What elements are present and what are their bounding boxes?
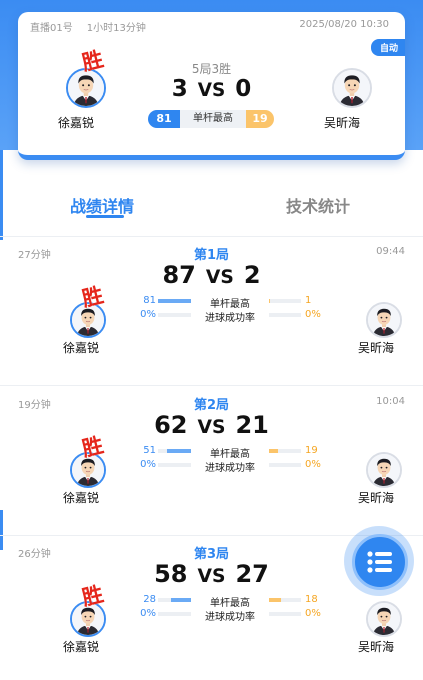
stat-left-value: 28	[143, 594, 156, 605]
auto-mode-badge[interactable]: 自动	[370, 39, 405, 56]
stat-right-fill	[269, 449, 278, 453]
stat-row-highest-break: 81 单杆最高 1	[0, 295, 423, 310]
match-info: 直播01号 1小时13分钟	[30, 19, 146, 34]
player-left-name: 徐嘉锐	[63, 341, 100, 355]
stat-left-fill	[158, 299, 191, 303]
player-left-name: 徐嘉锐	[63, 491, 100, 505]
score-right: 27	[235, 560, 269, 588]
game-score: 62 VS 21	[0, 411, 423, 439]
stat-label: 单杆最高	[210, 598, 250, 609]
stat-right-value: 1	[305, 295, 312, 306]
stat-right-fill	[269, 299, 270, 303]
stat-label: 进球成功率	[205, 313, 255, 324]
match-score: 3 VS 0	[18, 76, 405, 102]
stat-left-bar	[158, 299, 191, 303]
tab-tech-stats[interactable]: 技术统计	[286, 193, 350, 217]
vs-label: VS	[197, 80, 226, 101]
stat-label: 单杆最高	[180, 110, 246, 128]
stat-left-bar	[158, 313, 191, 317]
stat-right-fill	[269, 598, 282, 602]
stat-label: 进球成功率	[205, 463, 255, 474]
stat-right-bar	[269, 449, 301, 453]
stat-left-bar	[158, 612, 191, 616]
stat-right-bar	[269, 598, 301, 602]
list-menu-icon	[367, 551, 392, 573]
score-left: 3	[171, 76, 188, 102]
stat-right-bar	[269, 463, 301, 467]
stat-right-value: 19	[305, 445, 318, 456]
menu-fab-button[interactable]	[352, 534, 408, 590]
stat-row-highest-break: 51 单杆最高 19	[0, 445, 423, 460]
divider	[0, 236, 423, 237]
stat-right-value: 0%	[305, 309, 321, 320]
match-format: 5局3胜	[191, 62, 232, 76]
divider	[0, 385, 423, 386]
stat-label: 单杆最高	[210, 449, 250, 460]
active-tab-indicator	[86, 215, 124, 218]
stat-right-value: 18	[305, 594, 318, 605]
vs-label: VS	[197, 417, 226, 438]
stat-row-highest-break: 28 单杆最高 18	[0, 594, 423, 609]
stat-left-value: 81	[148, 110, 180, 128]
stat-left-value: 0%	[140, 608, 156, 619]
stat-left-value: 0%	[140, 459, 156, 470]
score-left: 58	[154, 560, 188, 588]
edge-accent	[0, 150, 3, 240]
player-left-name: 徐嘉锐	[63, 640, 100, 654]
stat-left-fill	[166, 449, 191, 453]
room-name: 直播01号	[30, 23, 73, 34]
highest-break-pill: 81 单杆最高 19	[148, 110, 274, 128]
stat-right-value: 19	[246, 110, 274, 128]
stat-left-value: 0%	[140, 309, 156, 320]
stat-left-value: 81	[143, 295, 156, 306]
stat-left-bar	[158, 598, 191, 602]
stat-row-success-rate: 0% 进球成功率 0%	[0, 309, 423, 324]
score-right: 21	[235, 411, 269, 439]
game-score: 87 VS 2	[0, 261, 423, 289]
match-datetime: 2025/08/20 10:30	[299, 19, 389, 30]
match-duration: 1小时13分钟	[86, 23, 146, 34]
stat-row-success-rate: 0% 进球成功率 0%	[0, 459, 423, 474]
player-right-name: 吴昕海	[358, 491, 395, 505]
score-left: 62	[154, 411, 188, 439]
stat-right-value: 0%	[305, 459, 321, 470]
stat-right-value: 0%	[305, 608, 321, 619]
stat-left-bar	[158, 449, 191, 453]
vs-label: VS	[197, 566, 226, 587]
score-right: 0	[235, 76, 252, 102]
stat-right-bar	[269, 299, 301, 303]
player-right-name: 吴昕海	[358, 341, 395, 355]
score-right: 2	[243, 261, 261, 289]
stat-left-bar	[158, 463, 191, 467]
score-left: 87	[162, 261, 196, 289]
player-left-name: 徐嘉锐	[58, 116, 95, 130]
game-row[interactable]: 19分钟 10:04 第2局 62 VS 21 胜 徐嘉锐 吴昕海 51 单杆最高 …	[0, 388, 423, 538]
match-summary-card: 直播01号 1小时13分钟 2025/08/20 10:30 自动 胜 徐嘉锐 吴…	[18, 12, 405, 160]
stat-label: 单杆最高	[210, 299, 250, 310]
stat-left-fill	[170, 598, 191, 602]
tab-record-details[interactable]: 战绩详情	[70, 193, 134, 217]
stat-left-value: 51	[143, 445, 156, 456]
stat-right-bar	[269, 313, 301, 317]
stat-row-success-rate: 0% 进球成功率 0%	[0, 608, 423, 623]
vs-label: VS	[205, 267, 234, 288]
game-row[interactable]: 27分钟 09:44 第1局 87 VS 2 胜 徐嘉锐 吴昕海 81 单杆最高 1…	[0, 238, 423, 388]
stat-right-bar	[269, 612, 301, 616]
player-right-name: 吴昕海	[358, 640, 395, 654]
stat-label: 进球成功率	[205, 612, 255, 623]
player-right-name: 吴昕海	[324, 116, 361, 130]
